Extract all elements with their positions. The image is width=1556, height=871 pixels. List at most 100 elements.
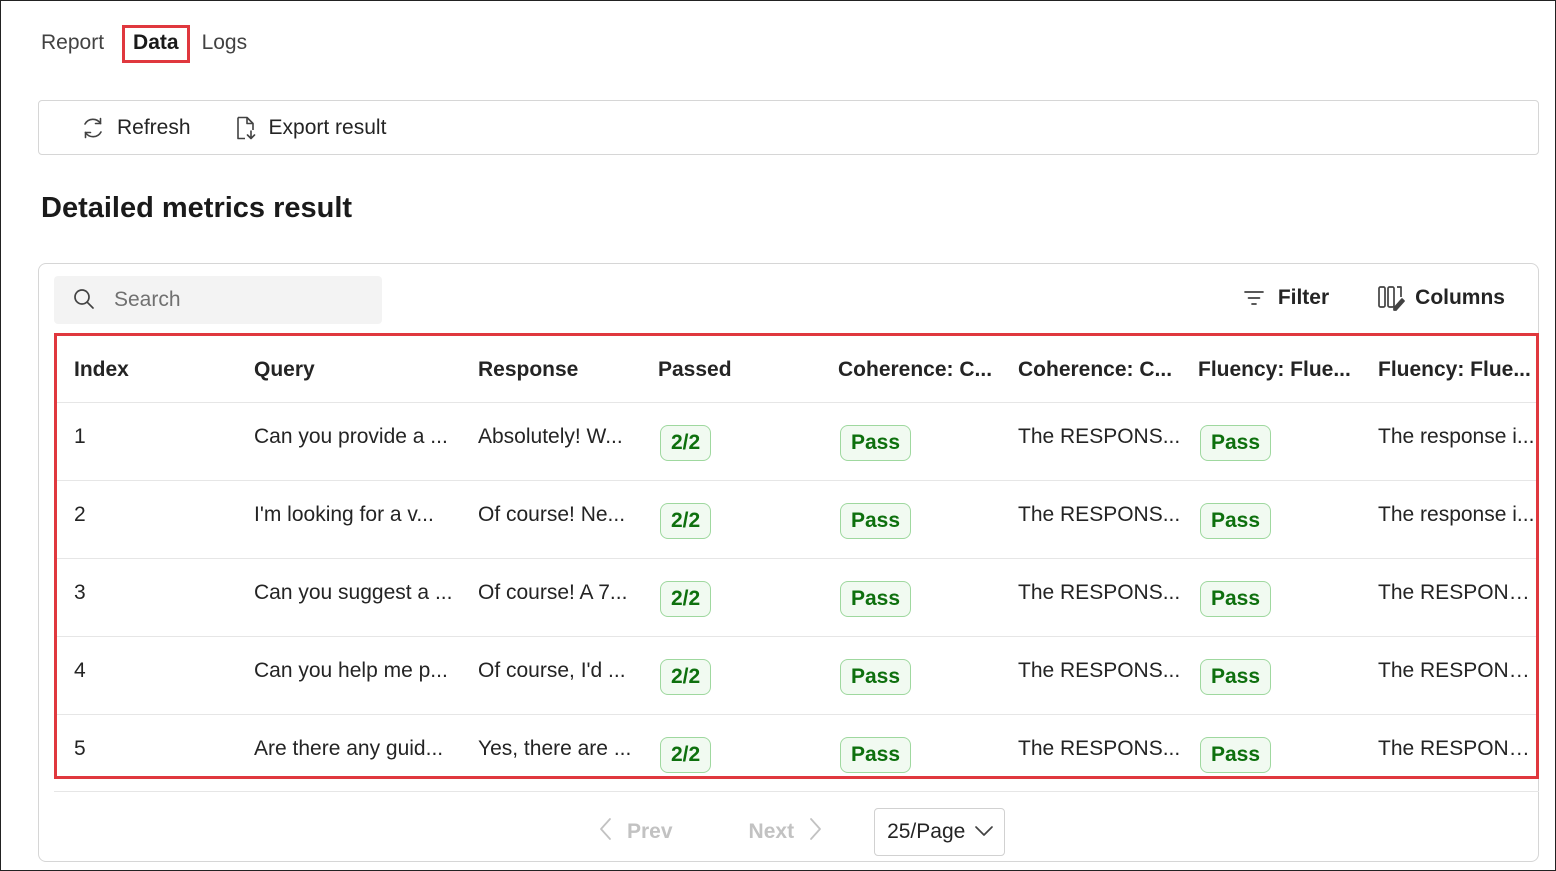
export-result-label: Export result [268,115,387,139]
refresh-button[interactable]: Refresh [79,114,191,142]
table-header-row: Index Query Response Passed Coherence: C… [57,336,1536,402]
cell-coherence-result: Pass [821,635,1001,714]
cell-query: I'm looking for a v... [237,479,461,558]
column-header-coherence-reason[interactable]: Coherence: C... [1001,336,1181,402]
cell-index: 4 [57,635,237,714]
cell-index: 5 [57,713,237,776]
cell-coherence-reason: The RESPONS... [1001,635,1181,714]
column-header-fluency-reason[interactable]: Fluency: Flue... [1361,336,1536,402]
table-row[interactable]: 5 Are there any guid... Yes, there are .… [57,713,1536,776]
table-row[interactable]: 3 Can you suggest a ... Of course! A 7..… [57,557,1536,636]
export-document-icon [231,114,259,142]
column-header-response[interactable]: Response [461,336,641,402]
cell-fluency-result: Pass [1181,401,1361,480]
cell-coherence-result: Pass [821,401,1001,480]
cell-response: Of course, I'd ... [461,635,641,714]
table-row[interactable]: 4 Can you help me p... Of course, I'd ..… [57,635,1536,714]
chevron-right-icon [808,817,822,847]
pass-badge: Pass [840,736,912,773]
cell-passed: 2/2 [641,557,821,636]
refresh-label: Refresh [117,115,191,139]
tab-logs[interactable]: Logs [202,31,248,55]
tab-data[interactable]: Data [122,25,190,63]
column-header-index[interactable]: Index [57,336,237,402]
cell-response: Absolutely! W... [461,401,641,480]
passed-badge: 2/2 [660,424,712,461]
table-row[interactable]: 2 I'm looking for a v... Of course! Ne..… [57,479,1536,558]
column-header-fluency-result[interactable]: Fluency: Flue... [1181,336,1361,402]
cell-coherence-reason: The RESPONS... [1001,713,1181,776]
next-label: Next [748,820,795,843]
pass-badge: Pass [840,424,912,461]
pass-badge: Pass [1200,424,1272,461]
cell-fluency-reason: The RESPONS... [1361,713,1536,776]
cell-fluency-result: Pass [1181,479,1361,558]
passed-badge: 2/2 [660,502,712,539]
next-page-button[interactable]: Next [749,817,823,847]
cell-response: Of course! A 7... [461,557,641,636]
cell-fluency-reason: The response i... [1361,401,1536,480]
search-input[interactable] [114,288,334,312]
search-box[interactable] [54,276,382,324]
cell-coherence-result: Pass [821,557,1001,636]
pass-badge: Pass [840,658,912,695]
pagination: Prev Next 25/Page [599,808,1006,856]
cell-fluency-result: Pass [1181,557,1361,636]
table-actions: Filter Columns [1240,284,1505,312]
cell-passed: 2/2 [641,479,821,558]
page-size-value: 25/Page [887,820,966,843]
cell-fluency-result: Pass [1181,713,1361,776]
cell-coherence-result: Pass [821,479,1001,558]
metrics-table: Index Query Response Passed Coherence: C… [57,336,1536,776]
column-header-coherence-result[interactable]: Coherence: C... [821,336,1001,402]
prev-label: Prev [627,820,673,843]
cell-index: 2 [57,479,237,558]
cell-index: 3 [57,557,237,636]
cell-fluency-reason: The response i... [1361,479,1536,558]
pass-badge: Pass [1200,736,1272,773]
pass-badge: Pass [840,502,912,539]
filter-icon [1240,284,1268,312]
passed-badge: 2/2 [660,580,712,617]
cell-coherence-reason: The RESPONS... [1001,479,1181,558]
search-icon [72,287,98,313]
prev-page-button[interactable]: Prev [599,817,673,847]
page-title: Detailed metrics result [41,192,353,224]
export-result-button[interactable]: Export result [231,114,387,142]
chevron-down-icon [974,820,994,844]
metrics-table-container: Index Query Response Passed Coherence: C… [54,333,1539,779]
cell-coherence-reason: The RESPONS... [1001,557,1181,636]
columns-label: Columns [1415,286,1505,309]
cell-passed: 2/2 [641,401,821,480]
cell-response: Yes, there are ... [461,713,641,776]
filter-label: Filter [1277,286,1330,309]
chevron-left-icon [599,817,613,847]
column-header-query[interactable]: Query [237,336,461,402]
column-header-passed[interactable]: Passed [641,336,821,402]
passed-badge: 2/2 [660,658,712,695]
page-size-dropdown[interactable]: 25/Page [874,808,1006,856]
cell-fluency-result: Pass [1181,635,1361,714]
tab-report[interactable]: Report [41,31,104,55]
cell-response: Of course! Ne... [461,479,641,558]
columns-icon [1377,284,1406,312]
tab-bar: Report Data Logs [41,24,248,63]
refresh-icon [79,114,107,142]
table-row[interactable]: 1 Can you provide a ... Absolutely! W...… [57,401,1536,480]
cell-query: Are there any guid... [237,713,461,776]
metrics-card: Filter Columns Index Qu [38,263,1539,862]
filter-button[interactable]: Filter [1240,284,1329,312]
passed-badge: 2/2 [660,736,712,773]
cell-index: 1 [57,401,237,480]
cell-coherence-reason: The RESPONS... [1001,401,1181,480]
columns-button[interactable]: Columns [1377,284,1505,312]
cell-fluency-reason: The RESPONS... [1361,557,1536,636]
cell-query: Can you suggest a ... [237,557,461,636]
cell-fluency-reason: The RESPONS... [1361,635,1536,714]
cell-query: Can you help me p... [237,635,461,714]
cell-passed: 2/2 [641,635,821,714]
pass-badge: Pass [1200,580,1272,617]
pass-badge: Pass [840,580,912,617]
cell-passed: 2/2 [641,713,821,776]
pass-badge: Pass [1200,502,1272,539]
